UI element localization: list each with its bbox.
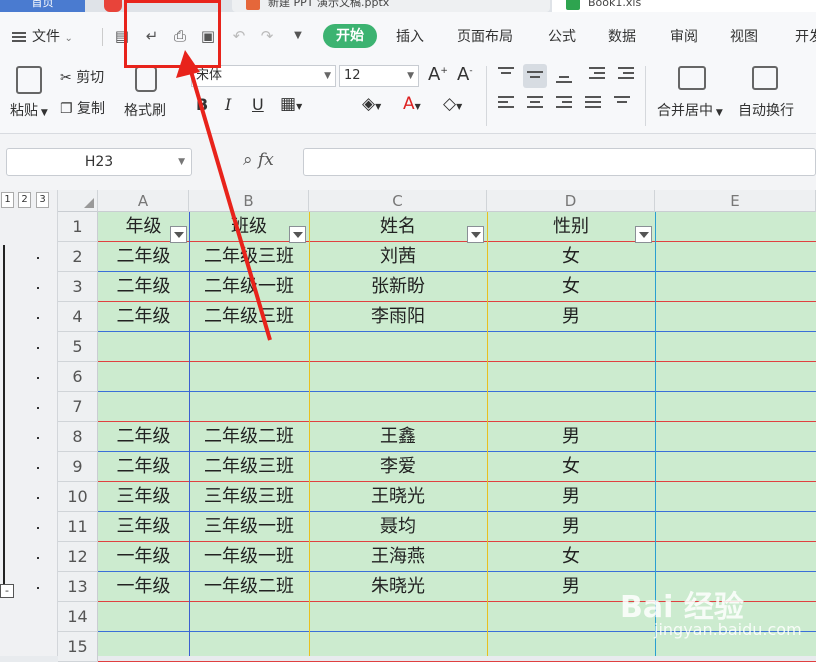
annotation-arrow	[176, 50, 272, 341]
watermark-url: jingyan.baidu.com	[654, 620, 802, 639]
